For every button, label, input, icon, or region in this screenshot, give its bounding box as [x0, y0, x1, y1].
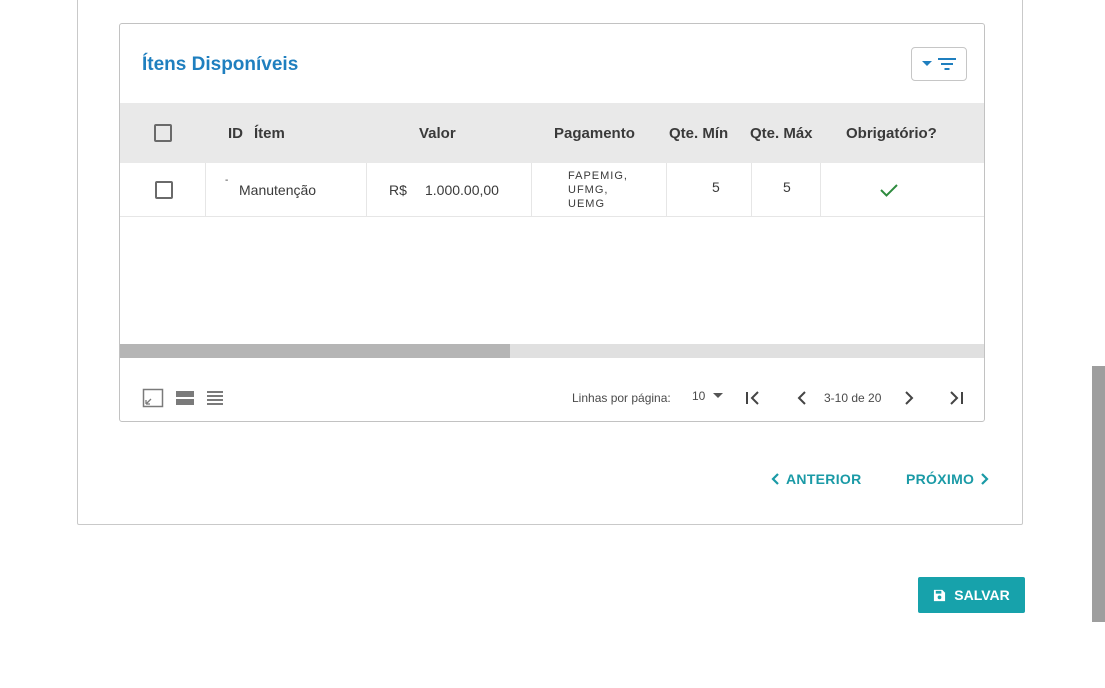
check-icon — [880, 183, 898, 197]
cell-valor: 1.000.00,00 — [425, 181, 499, 198]
chevron-right-icon — [981, 473, 989, 485]
previous-button-label: ANTERIOR — [786, 471, 862, 487]
cell-qte-min: 5 — [712, 179, 720, 195]
dropdown-arrow-icon — [922, 61, 932, 66]
column-header-obrigatorio[interactable]: Obrigatório? — [846, 103, 937, 163]
items-table-card: Ítens Disponíveis ID Ítem Valor Pagament… — [119, 23, 985, 422]
cell-obrigatorio — [879, 163, 899, 216]
horizontal-scrollbar[interactable] — [120, 344, 984, 358]
payment-source: UEMG — [568, 197, 605, 210]
cell-currency: R$ — [389, 181, 407, 198]
column-header-valor[interactable]: Valor — [419, 103, 456, 163]
column-header-qte-min[interactable]: Qte. Mín — [669, 103, 728, 163]
column-header-qte-max[interactable]: Qte. Máx — [750, 103, 813, 163]
save-icon — [934, 589, 946, 601]
next-button-label: PRÓXIMO — [906, 471, 975, 487]
column-header-pagamento[interactable]: Pagamento — [554, 103, 635, 163]
cell-pagamento: FAPEMIG, UFMG, UEMG — [568, 163, 628, 216]
payment-source: FAPEMIG, — [568, 169, 628, 182]
table-footer: Linhas por página: 10 3-10 de 20 — [120, 384, 984, 414]
horizontal-scrollbar-thumb[interactable] — [120, 344, 510, 358]
rows-per-page-value: 10 — [692, 389, 706, 403]
column-header-id[interactable]: ID — [228, 103, 243, 163]
fullscreen-icon[interactable] — [142, 388, 164, 408]
filter-icon — [938, 58, 956, 70]
previous-button[interactable]: ANTERIOR — [770, 471, 862, 487]
first-page-icon[interactable] — [744, 390, 762, 406]
list-density-icon[interactable] — [206, 390, 224, 406]
save-button[interactable]: SALVAR — [918, 577, 1025, 613]
page-scrollbar[interactable] — [1092, 366, 1105, 622]
rows-per-page-select[interactable]: 10 — [692, 389, 724, 403]
density-icon[interactable] — [175, 390, 195, 406]
row-checkbox[interactable] — [155, 180, 173, 199]
last-page-icon[interactable] — [947, 390, 965, 406]
filter-button[interactable] — [911, 47, 967, 81]
payment-source: UFMG, — [568, 183, 609, 196]
column-header-item[interactable]: Ítem — [254, 103, 285, 163]
page-range: 3-10 de 20 — [824, 391, 882, 405]
cell-item: Manutenção — [239, 181, 317, 198]
table-title: Ítens Disponíveis — [142, 54, 299, 75]
rows-per-page-label: Linhas por página: — [572, 391, 671, 405]
next-button[interactable]: PRÓXIMO — [906, 471, 990, 487]
chevron-down-icon — [713, 393, 724, 398]
select-all-checkbox[interactable] — [154, 124, 172, 142]
cell-qte-max: 5 — [783, 179, 791, 195]
select-all-cell — [154, 103, 172, 163]
save-button-label: SALVAR — [954, 587, 1010, 603]
table-row[interactable]: - Manutenção R$ 1.000.00,00 FAPEMIG, UFM… — [120, 163, 984, 217]
previous-page-icon[interactable] — [795, 390, 809, 406]
row-select-cell — [155, 163, 173, 216]
next-page-icon[interactable] — [902, 390, 916, 406]
cell-id: - — [225, 175, 229, 186]
table-header-row: ID Ítem Valor Pagamento Qte. Mín Qte. Má… — [120, 103, 984, 163]
chevron-left-icon — [771, 473, 779, 485]
